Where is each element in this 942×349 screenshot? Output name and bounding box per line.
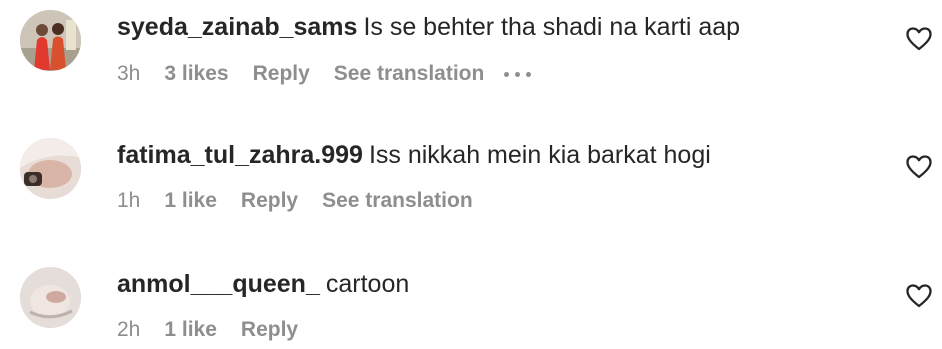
comment-item: fatima_tul_zahra.999 Iss nikkah mein kia … — [0, 128, 942, 228]
comment-text: cartoon — [325, 270, 410, 298]
comment-username[interactable]: syeda_zainab_sams — [117, 13, 357, 41]
comment-body: anmol___queen_ cartoon — [117, 269, 409, 299]
comment-item: syeda_zainab_sams Is se behter tha shadi … — [0, 0, 942, 100]
comment-time: 3h — [117, 62, 141, 85]
see-translation-button[interactable]: See translation — [322, 188, 473, 214]
comment-list: syeda_zainab_sams Is se behter tha shadi … — [0, 0, 942, 349]
likes-count-button[interactable]: 1 like — [164, 317, 217, 343]
heart-icon[interactable] — [906, 284, 932, 308]
avatar[interactable] — [20, 267, 81, 328]
heart-icon[interactable] — [906, 27, 932, 51]
heart-icon[interactable] — [906, 155, 932, 179]
avatar[interactable] — [20, 138, 81, 199]
avatar-image — [20, 10, 81, 71]
comment-meta: 1h 1 like Reply See translation — [117, 188, 493, 214]
reply-button[interactable]: Reply — [241, 188, 298, 214]
reply-button[interactable]: Reply — [241, 317, 298, 343]
avatar-image — [20, 138, 81, 199]
comment-text: Iss nikkah mein kia barkat hogi — [368, 141, 711, 169]
comment-text: Is se behter tha shadi na karti aap — [363, 13, 741, 41]
comment-body: syeda_zainab_sams Is se behter tha shadi … — [117, 12, 740, 42]
comment-username[interactable]: fatima_tul_zahra.999 — [117, 141, 363, 169]
comment-item: anmol___queen_ cartoon 2h 1 like Reply — [0, 257, 942, 349]
avatar[interactable] — [20, 10, 81, 71]
comment-meta: 3h 3 likes Reply See translation — [117, 61, 532, 87]
comment-time: 2h — [117, 318, 141, 341]
see-translation-button[interactable]: See translation — [334, 61, 485, 87]
comment-meta: 2h 1 like Reply — [117, 317, 322, 343]
comment-time: 1h — [117, 189, 141, 212]
likes-count-button[interactable]: 3 likes — [164, 61, 228, 87]
reply-button[interactable]: Reply — [253, 61, 310, 87]
more-options-icon[interactable] — [504, 61, 532, 87]
likes-count-button[interactable]: 1 like — [164, 188, 217, 214]
avatar-image — [20, 267, 81, 328]
comment-body: fatima_tul_zahra.999 Iss nikkah mein kia … — [117, 140, 711, 170]
comment-username[interactable]: anmol___queen_ — [117, 270, 320, 298]
